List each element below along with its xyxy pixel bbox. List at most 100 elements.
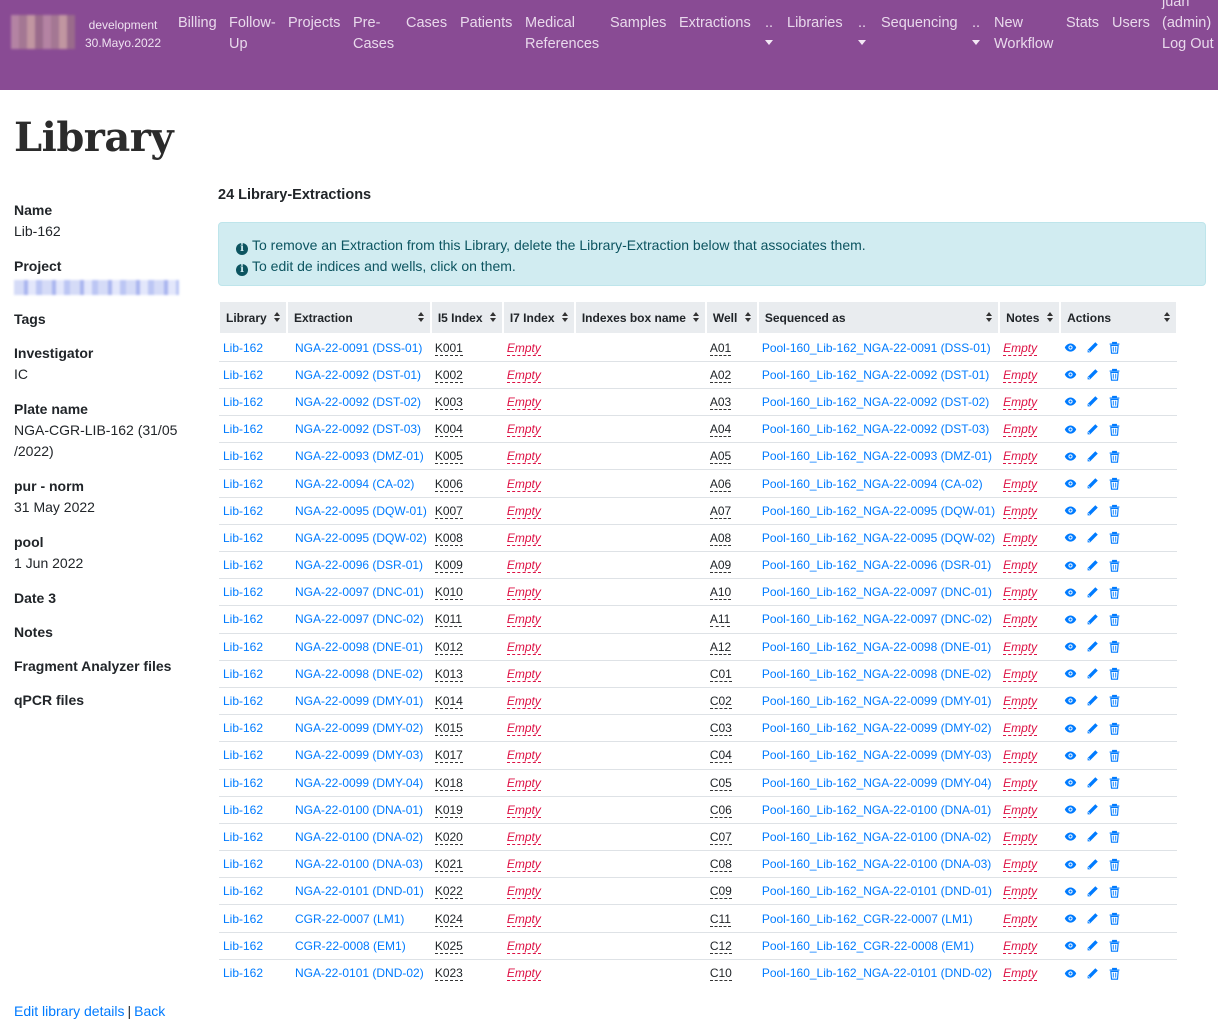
pencil-icon[interactable] [1086, 912, 1100, 926]
pencil-icon[interactable] [1086, 640, 1100, 654]
library-link[interactable]: Lib-162 [223, 966, 263, 980]
well-editable[interactable]: A11 [709, 612, 731, 628]
eye-icon[interactable] [1064, 477, 1078, 491]
i5-index-editable[interactable]: K005 [434, 449, 463, 465]
well-editable[interactable]: C11 [709, 911, 731, 927]
i5-index-editable[interactable]: K015 [434, 721, 463, 737]
nav-patients[interactable]: Patients [460, 13, 512, 34]
trash-icon[interactable] [1108, 341, 1122, 355]
library-link[interactable]: Lib-162 [223, 558, 263, 572]
i5-index-editable[interactable]: K018 [434, 775, 463, 791]
nav-libraries-dropdown[interactable]: .. [853, 13, 871, 45]
trash-icon[interactable] [1108, 694, 1122, 708]
well-editable[interactable]: A04 [709, 422, 732, 438]
nav-extractions[interactable]: Extractions [679, 13, 751, 34]
i7-index-editable[interactable]: Empty [506, 666, 541, 682]
nav-medical-references[interactable]: Medical References [525, 13, 601, 55]
sequenced-as-link[interactable]: Pool-160_Lib-162_CGR-22-0008 (EM1) [762, 939, 974, 953]
well-editable[interactable]: A12 [709, 639, 732, 655]
i5-index-editable[interactable]: K023 [434, 966, 463, 982]
pencil-icon[interactable] [1086, 423, 1100, 437]
notes-editable[interactable]: Empty [1003, 558, 1038, 574]
well-editable[interactable]: C06 [709, 802, 732, 818]
notes-editable[interactable]: Empty [1003, 476, 1038, 492]
nav-libraries[interactable]: Libraries [787, 13, 843, 34]
extraction-link[interactable]: NGA-22-0092 (DST-02) [295, 395, 421, 409]
trash-icon[interactable] [1108, 640, 1122, 654]
notes-editable[interactable]: Empty [1003, 449, 1038, 465]
extraction-link[interactable]: NGA-22-0095 (DQW-02) [295, 531, 427, 545]
column-header-actions[interactable]: Actions [1059, 300, 1179, 335]
nav-user-logout[interactable]: juan (admin) Log Out [1162, 0, 1214, 55]
eye-icon[interactable] [1064, 967, 1078, 981]
i7-index-editable[interactable]: Empty [506, 694, 541, 710]
extraction-link[interactable]: NGA-22-0098 (DNE-02) [295, 667, 423, 681]
extraction-link[interactable]: NGA-22-0095 (DQW-01) [295, 504, 427, 518]
eye-icon[interactable] [1064, 858, 1078, 872]
library-link[interactable]: Lib-162 [223, 939, 263, 953]
eye-icon[interactable] [1064, 776, 1078, 790]
i5-index-editable[interactable]: K008 [434, 530, 463, 546]
eye-icon[interactable] [1064, 803, 1078, 817]
i7-index-editable[interactable]: Empty [506, 530, 541, 546]
pencil-icon[interactable] [1086, 694, 1100, 708]
sequenced-as-link[interactable]: Pool-160_Lib-162_NGA-22-0101 (DND-02) [762, 966, 992, 980]
i5-index-editable[interactable]: K006 [434, 476, 463, 492]
well-editable[interactable]: C02 [709, 694, 732, 710]
library-link[interactable]: Lib-162 [223, 531, 263, 545]
sequenced-as-link[interactable]: Pool-160_Lib-162_NGA-22-0100 (DNA-03) [762, 857, 991, 871]
i7-index-editable[interactable]: Empty [506, 612, 541, 628]
i7-index-editable[interactable]: Empty [506, 394, 541, 410]
sequenced-as-link[interactable]: Pool-160_Lib-162_NGA-22-0092 (DST-01) [762, 368, 989, 382]
i5-index-editable[interactable]: K024 [434, 911, 463, 927]
eye-icon[interactable] [1064, 504, 1078, 518]
i5-index-editable[interactable]: K002 [434, 367, 463, 383]
nav-stats[interactable]: Stats [1066, 13, 1099, 34]
sequenced-as-link[interactable]: Pool-160_Lib-162_CGR-22-0007 (LM1) [762, 912, 973, 926]
well-editable[interactable]: C01 [709, 666, 732, 682]
extraction-link[interactable]: CGR-22-0008 (EM1) [295, 939, 406, 953]
extraction-link[interactable]: NGA-22-0100 (DNA-02) [295, 830, 423, 844]
i7-index-editable[interactable]: Empty [506, 775, 541, 791]
extraction-link[interactable]: NGA-22-0092 (DST-03) [295, 422, 421, 436]
i7-index-editable[interactable]: Empty [506, 340, 541, 356]
notes-editable[interactable]: Empty [1003, 938, 1038, 954]
well-editable[interactable]: A07 [709, 503, 732, 519]
pencil-icon[interactable] [1086, 450, 1100, 464]
eye-icon[interactable] [1064, 640, 1078, 654]
notes-editable[interactable]: Empty [1003, 775, 1038, 791]
eye-icon[interactable] [1064, 912, 1078, 926]
i5-index-editable[interactable]: K013 [434, 666, 463, 682]
nav-samples[interactable]: Samples [610, 13, 666, 34]
trash-icon[interactable] [1108, 423, 1122, 437]
notes-editable[interactable]: Empty [1003, 585, 1038, 601]
eye-icon[interactable] [1064, 667, 1078, 681]
i5-index-editable[interactable]: K019 [434, 802, 463, 818]
i7-index-editable[interactable]: Empty [506, 558, 541, 574]
pencil-icon[interactable] [1086, 722, 1100, 736]
i5-index-editable[interactable]: K009 [434, 558, 463, 574]
well-editable[interactable]: A05 [709, 449, 732, 465]
well-editable[interactable]: A03 [709, 394, 732, 410]
notes-editable[interactable]: Empty [1003, 394, 1038, 410]
i5-index-editable[interactable]: K021 [434, 857, 463, 873]
sequenced-as-link[interactable]: Pool-160_Lib-162_NGA-22-0092 (DST-03) [762, 422, 989, 436]
i7-index-editable[interactable]: Empty [506, 585, 541, 601]
sequenced-as-link[interactable]: Pool-160_Lib-162_NGA-22-0097 (DNC-01) [762, 585, 992, 599]
library-link[interactable]: Lib-162 [223, 748, 263, 762]
library-link[interactable]: Lib-162 [223, 803, 263, 817]
notes-editable[interactable]: Empty [1003, 884, 1038, 900]
pencil-icon[interactable] [1086, 858, 1100, 872]
library-link[interactable]: Lib-162 [223, 341, 263, 355]
extraction-link[interactable]: NGA-22-0099 (DMY-04) [295, 776, 423, 790]
pencil-icon[interactable] [1086, 939, 1100, 953]
eye-icon[interactable] [1064, 341, 1078, 355]
column-header-i5-index[interactable]: I5 Index [429, 300, 504, 335]
pencil-icon[interactable] [1086, 613, 1100, 627]
library-link[interactable]: Lib-162 [223, 612, 263, 626]
notes-editable[interactable]: Empty [1003, 639, 1038, 655]
library-link[interactable]: Lib-162 [223, 721, 263, 735]
nav-users[interactable]: Users [1112, 13, 1150, 34]
nav-extractions-dropdown[interactable]: .. [760, 13, 778, 45]
column-header-well[interactable]: Well [704, 300, 759, 335]
